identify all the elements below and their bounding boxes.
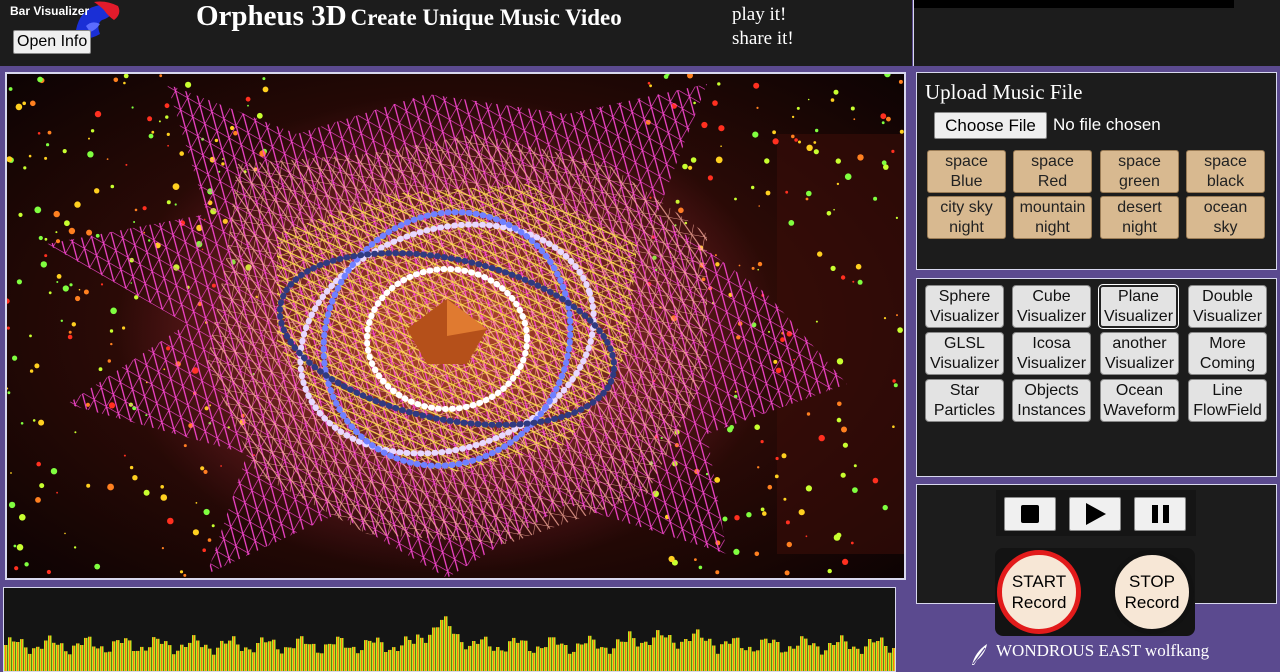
viz-line2: Visualizer bbox=[929, 354, 1000, 372]
icosa-visualizer-button[interactable]: Icosa Visualizer bbox=[1012, 332, 1091, 375]
stop-line1: STOP bbox=[1129, 572, 1175, 591]
scene-line1: desert bbox=[1117, 198, 1162, 216]
page-title: Orpheus 3D Create Unique Music Video bbox=[196, 0, 622, 33]
viz-line1: Objects bbox=[1024, 381, 1079, 399]
stop-record-button[interactable]: STOP Record bbox=[1110, 550, 1194, 634]
top-right-strip bbox=[914, 0, 1234, 8]
viz-line1: another bbox=[1112, 334, 1167, 352]
viz-line2: Particles bbox=[933, 401, 996, 419]
scene-line2: Blue bbox=[950, 172, 983, 190]
start-line2: Record bbox=[1011, 593, 1067, 612]
start-record-button[interactable]: START Record bbox=[997, 550, 1081, 634]
more-coming-button[interactable]: More Coming bbox=[1188, 332, 1267, 375]
stop-line2: Record bbox=[1124, 593, 1180, 612]
footer-credit: WONDROUS EAST wolfkang bbox=[996, 641, 1210, 660]
scene-city-sky-night-button[interactable]: city sky night bbox=[927, 196, 1006, 239]
pause-button[interactable] bbox=[1134, 497, 1186, 531]
choose-file-button[interactable]: Choose File bbox=[934, 112, 1047, 139]
viz-line2: Coming bbox=[1199, 354, 1256, 372]
visualizer-canvas[interactable] bbox=[5, 72, 906, 580]
scene-line1: space bbox=[1031, 152, 1074, 170]
viz-line1: Ocean bbox=[1115, 381, 1164, 399]
scene-line2: sky bbox=[1213, 218, 1238, 236]
top-right-panel bbox=[913, 0, 1280, 66]
scene-space-blue-button[interactable]: space Blue bbox=[927, 150, 1006, 193]
tagline-play: play it! bbox=[732, 4, 787, 25]
pause-icon bbox=[1152, 505, 1169, 523]
viz-line2: Waveform bbox=[1103, 401, 1176, 419]
viz-line2: Visualizer bbox=[1104, 354, 1175, 372]
glsl-visualizer-button[interactable]: GLSL Visualizer bbox=[925, 332, 1004, 375]
another-visualizer-button[interactable]: another Visualizer bbox=[1100, 332, 1179, 375]
file-status: No file chosen bbox=[1053, 115, 1161, 134]
open-info-button[interactable]: Open Info bbox=[13, 30, 92, 54]
scene-space-green-button[interactable]: space green bbox=[1100, 150, 1179, 193]
scene-mountain-night-button[interactable]: mountain night bbox=[1013, 196, 1092, 239]
start-line1: START bbox=[1011, 572, 1067, 591]
scene-line1: space bbox=[1204, 152, 1247, 170]
double-visualizer-button[interactable]: Double Visualizer bbox=[1188, 285, 1267, 328]
viz-line2: FlowField bbox=[1193, 401, 1262, 419]
viz-line2: Visualizer bbox=[1192, 307, 1263, 325]
star-particles-button[interactable]: Star Particles bbox=[925, 379, 1004, 422]
scene-line1: space bbox=[945, 152, 988, 170]
ocean-waveform-button[interactable]: Ocean Waveform bbox=[1100, 379, 1179, 422]
viz-line1: Double bbox=[1202, 287, 1253, 305]
scene-desert-night-button[interactable]: desert night bbox=[1100, 196, 1179, 239]
bar-visualizer-panel bbox=[3, 587, 896, 672]
scene-line1: city sky bbox=[940, 198, 993, 216]
viz-line1: Sphere bbox=[938, 287, 991, 305]
viz-line1: Plane bbox=[1118, 287, 1159, 305]
viz-line1: Cube bbox=[1032, 287, 1071, 305]
sphere-visualizer-button[interactable]: Sphere Visualizer bbox=[925, 285, 1004, 328]
upload-title: Upload Music File bbox=[925, 80, 1083, 104]
bar-visualizer-label: Bar Visualizer bbox=[10, 4, 90, 18]
cube-visualizer-button[interactable]: Cube Visualizer bbox=[1012, 285, 1091, 328]
scene-line2: night bbox=[1122, 218, 1157, 236]
scene-line2: black bbox=[1206, 172, 1245, 190]
scene-line1: mountain bbox=[1019, 198, 1086, 216]
scene-line1: ocean bbox=[1203, 198, 1248, 216]
viz-line2: Visualizer bbox=[929, 307, 1000, 325]
scene-line1: space bbox=[1118, 152, 1161, 170]
scene-ocean-sky-button[interactable]: ocean sky bbox=[1186, 196, 1265, 239]
viz-line1: Star bbox=[949, 381, 980, 399]
scene-line2: night bbox=[949, 218, 984, 236]
title-sub: Create Unique Music Video bbox=[350, 5, 622, 30]
stop-button[interactable] bbox=[1004, 497, 1056, 531]
scene-space-black-button[interactable]: space black bbox=[1186, 150, 1265, 193]
viz-line1: More bbox=[1209, 334, 1246, 352]
scene-line2: green bbox=[1119, 172, 1160, 190]
tagline-share: share it! bbox=[732, 28, 794, 49]
feather-icon bbox=[969, 642, 991, 666]
scene-line2: Red bbox=[1037, 172, 1068, 190]
plane-visualizer-button[interactable]: Plane Visualizer bbox=[1099, 285, 1178, 328]
viz-line2: Instances bbox=[1017, 401, 1086, 419]
viz-line1: Line bbox=[1212, 381, 1243, 399]
play-icon bbox=[1086, 503, 1106, 525]
line-flowfield-button[interactable]: Line FlowField bbox=[1188, 379, 1267, 422]
title-main: Orpheus 3D bbox=[196, 0, 347, 32]
viz-line1: GLSL bbox=[944, 334, 985, 352]
viz-line1: Icosa bbox=[1032, 334, 1071, 352]
viz-line2: Visualizer bbox=[1016, 307, 1087, 325]
scene-space-red-button[interactable]: space Red bbox=[1013, 150, 1092, 193]
stop-icon bbox=[1021, 505, 1039, 523]
scene-line2: night bbox=[1035, 218, 1070, 236]
objects-instances-button[interactable]: Objects Instances bbox=[1012, 379, 1091, 422]
play-button[interactable] bbox=[1069, 497, 1121, 531]
viz-line2: Visualizer bbox=[1103, 307, 1174, 325]
viz-line2: Visualizer bbox=[1016, 354, 1087, 372]
